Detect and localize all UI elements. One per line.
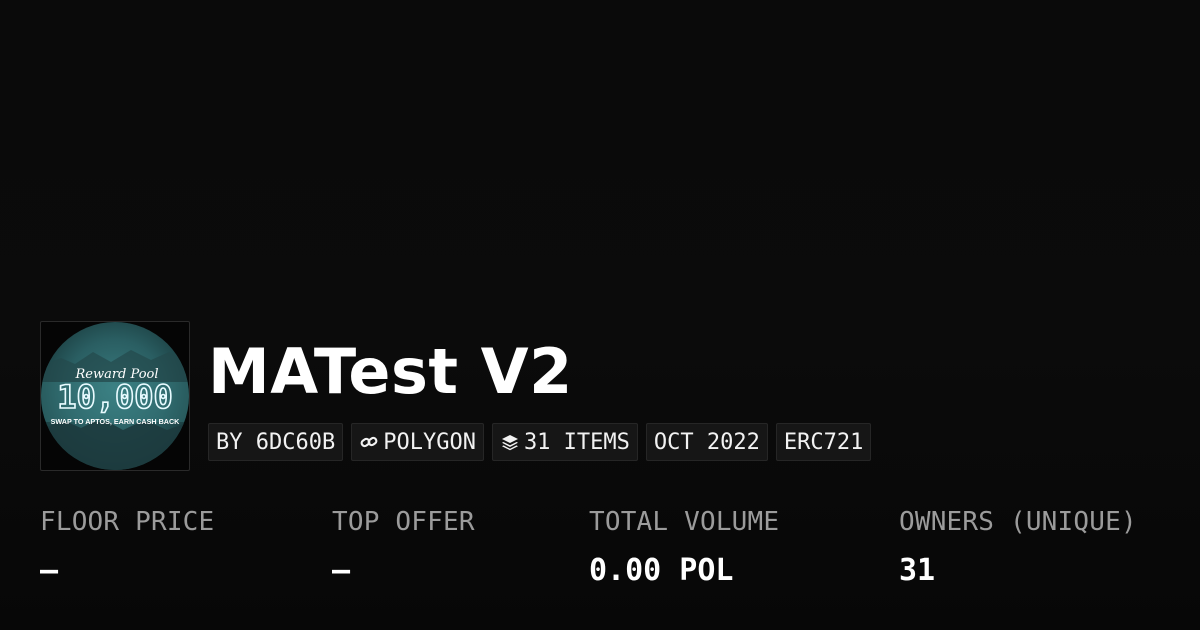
stat-label: FLOOR PRICE xyxy=(40,507,215,537)
collection-title-block: MATest V2 BY 6DC60B POLYGON 31 ITEMS OCT… xyxy=(208,321,872,461)
date-badge: OCT 2022 xyxy=(645,423,768,461)
stat-top-offer: TOP OFFER – xyxy=(332,506,475,588)
collection-logo-image: Reward Pool 10,000 SWAP TO APTOS, EARN C… xyxy=(41,322,189,470)
stat-label: OWNERS (UNIQUE) xyxy=(899,507,1137,537)
stat-value: – xyxy=(332,553,351,588)
items-badge-label: 31 ITEMS xyxy=(523,429,630,455)
stat-label: TOP OFFER xyxy=(332,507,475,537)
stat-value: – xyxy=(40,553,59,588)
collection-title: MATest V2 xyxy=(208,335,573,408)
stat-owners: OWNERS (UNIQUE) 31 xyxy=(899,506,1137,588)
date-badge-label: OCT 2022 xyxy=(653,429,760,455)
stat-total-volume: TOTAL VOLUME 0.00 POL xyxy=(589,506,779,588)
collection-badges: BY 6DC60B POLYGON 31 ITEMS OCT 2022 ERC7… xyxy=(208,423,872,461)
standard-badge: ERC721 xyxy=(775,423,872,461)
avatar-bottom-text: SWAP TO APTOS, EARN CASH BACK xyxy=(51,417,181,426)
link-icon xyxy=(359,432,379,452)
chain-badge-label: POLYGON xyxy=(383,429,476,455)
standard-badge-label: ERC721 xyxy=(783,429,864,455)
stat-value: 31 xyxy=(899,553,936,588)
stat-floor-price: FLOOR PRICE – xyxy=(40,506,214,588)
collection-header: Reward Pool 10,000 SWAP TO APTOS, EARN C… xyxy=(40,321,872,471)
collection-avatar: Reward Pool 10,000 SWAP TO APTOS, EARN C… xyxy=(40,321,190,471)
items-badge[interactable]: 31 ITEMS xyxy=(491,423,638,461)
creator-badge[interactable]: BY 6DC60B xyxy=(208,423,344,461)
avatar-main-text: 10,000 xyxy=(57,378,173,416)
stat-label: TOTAL VOLUME xyxy=(589,507,780,537)
stat-value: 0.00 POL xyxy=(589,553,734,588)
chain-badge[interactable]: POLYGON xyxy=(351,423,484,461)
layers-icon xyxy=(500,432,520,452)
creator-badge-label: BY 6DC60B xyxy=(216,429,336,455)
